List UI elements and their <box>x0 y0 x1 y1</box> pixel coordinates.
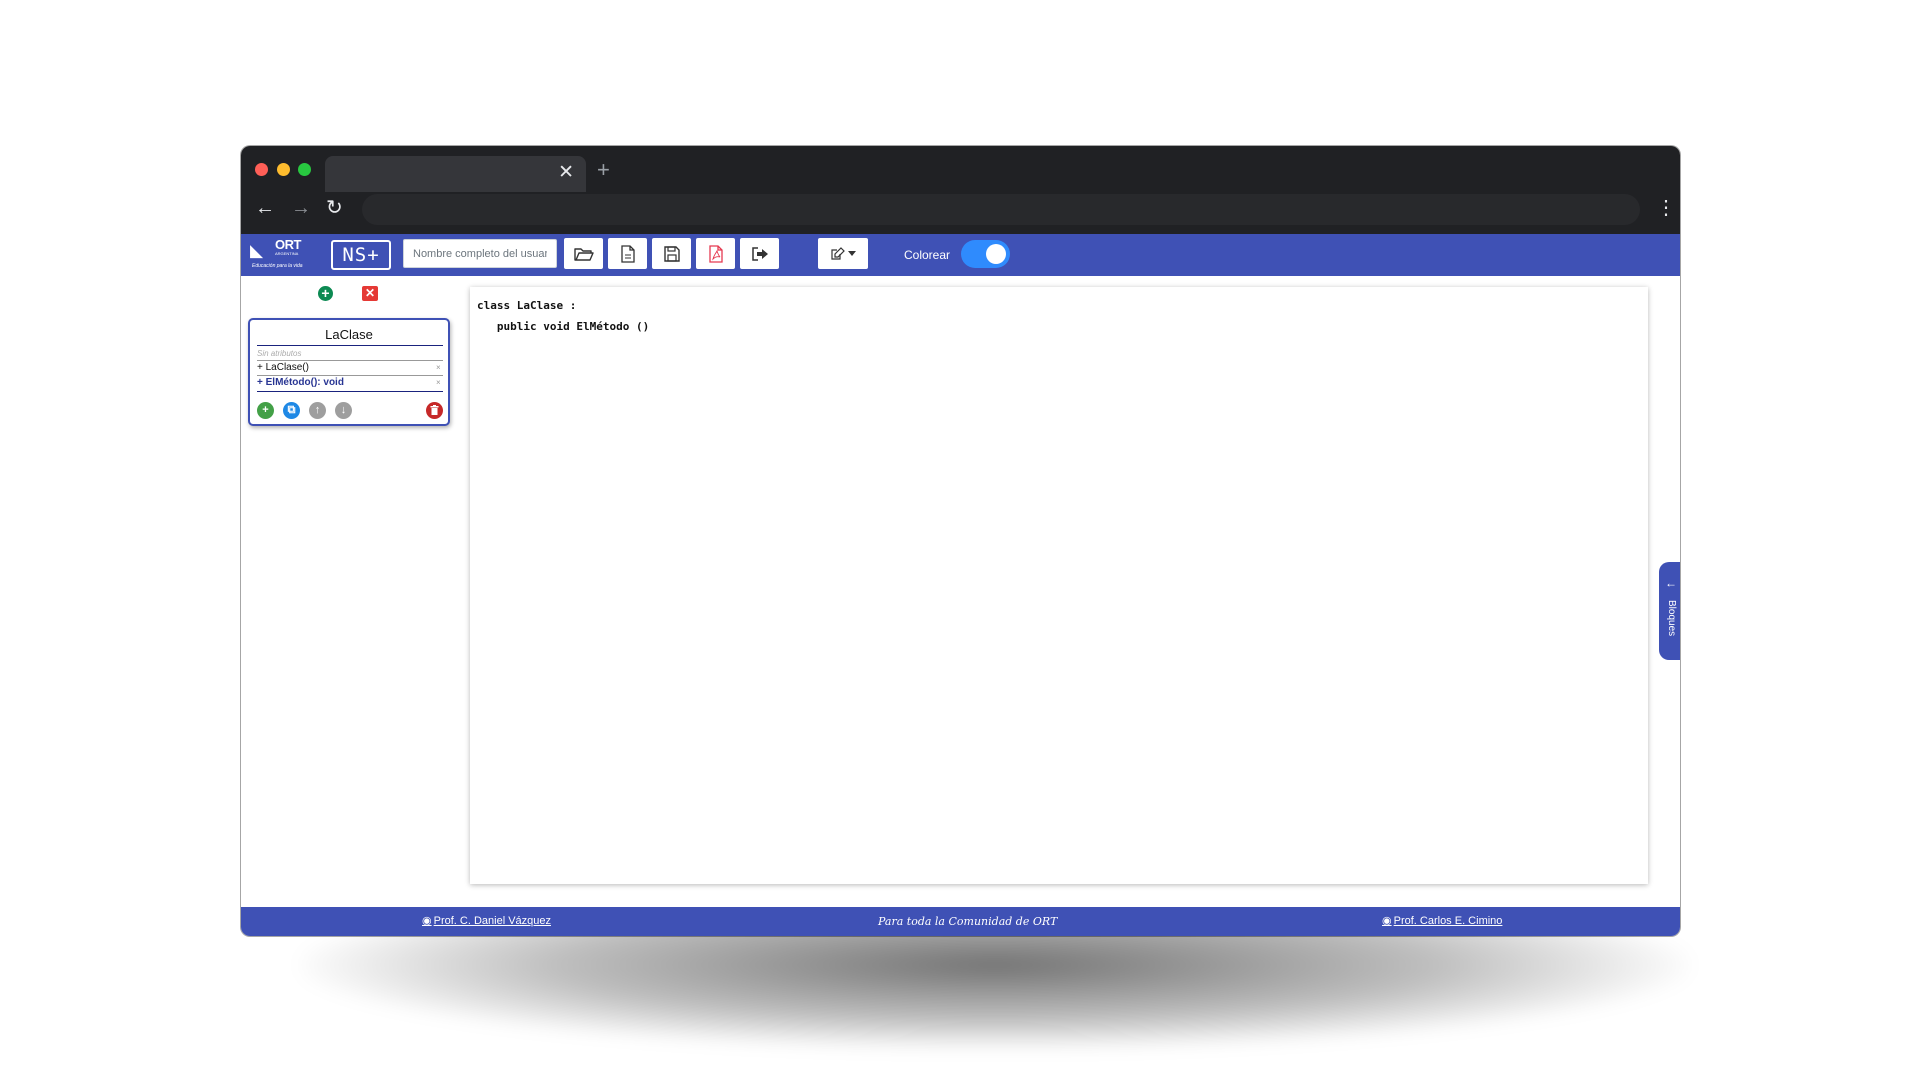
class-sidebar: + ✕ LaClase Sin atributos + LaClase() × … <box>241 276 460 880</box>
exit-button[interactable] <box>740 238 779 269</box>
footer-link-label: Prof. C. Daniel Vázquez <box>433 915 551 927</box>
ns-plus-logo: NS+ <box>331 240 391 270</box>
save-button[interactable] <box>652 238 691 269</box>
move-up-button[interactable]: ↑ <box>309 402 326 419</box>
app-toolbar: ◣ ORT ARGENTINA Educación para la vida N… <box>241 234 1680 276</box>
delete-all-button[interactable]: ✕ <box>362 286 378 301</box>
browser-window: ✕ + ← → ↻ ⋮ ◣ ORT ARGENTINA Educación pa… <box>241 146 1680 936</box>
edit-dropdown-button[interactable] <box>818 238 868 269</box>
browser-menu-icon[interactable]: ⋮ <box>1656 196 1676 220</box>
footer: ◉ Prof. C. Daniel Vázquez Para toda la Co… <box>241 907 1680 936</box>
new-tab-button[interactable]: + <box>597 159 610 181</box>
github-icon: ◉ <box>1382 915 1392 927</box>
card-actions: + ⧉ ↑ ↓ <box>257 402 443 420</box>
divider <box>257 391 443 392</box>
forward-button[interactable]: → <box>291 198 311 218</box>
no-attributes-label: Sin atributos <box>257 349 302 358</box>
pdf-icon <box>708 244 723 263</box>
export-pdf-button[interactable] <box>696 238 735 269</box>
back-button[interactable]: ← <box>255 198 275 218</box>
code-editor[interactable]: class LaClase : public void ElMétodo () <box>470 287 1648 884</box>
constructor-member[interactable]: + LaClase() <box>257 362 309 374</box>
toggle-knob <box>986 244 1006 264</box>
remove-member-icon[interactable]: × <box>436 377 441 389</box>
remove-member-icon[interactable]: × <box>436 362 441 374</box>
divider <box>257 345 443 346</box>
add-member-button[interactable]: + <box>257 402 274 419</box>
sign-out-icon <box>751 246 768 261</box>
add-class-button[interactable]: + <box>318 286 333 301</box>
bloques-label: Bloques <box>1666 600 1677 637</box>
ort-tagline: Educación para la vida <box>252 263 303 269</box>
code-line: public void ElMétodo () <box>477 320 650 333</box>
arrow-left-icon: ← <box>1665 576 1677 590</box>
code-line: class LaClase : <box>477 299 577 312</box>
minimize-window-button[interactable] <box>277 163 290 176</box>
file-icon <box>620 244 635 263</box>
ort-logo: ◣ ORT ARGENTINA Educación para la vida <box>250 238 308 272</box>
class-name[interactable]: LaClase <box>250 328 448 342</box>
close-window-button[interactable] <box>255 163 268 176</box>
footer-link-label: Prof. Carlos E. Cimino <box>1393 915 1503 927</box>
edit-icon <box>830 247 845 260</box>
ort-logo-subtitle: ARGENTINA <box>275 251 299 256</box>
method-member[interactable]: + ElMétodo(): void <box>257 377 344 389</box>
colorear-toggle[interactable] <box>961 240 1010 268</box>
footer-link-daniel[interactable]: ◉ Prof. C. Daniel Vázquez <box>422 915 551 928</box>
colorear-label: Colorear <box>904 248 951 262</box>
reload-button[interactable]: ↻ <box>326 198 343 218</box>
new-file-button[interactable] <box>608 238 647 269</box>
open-file-button[interactable] <box>564 238 603 269</box>
chevron-down-icon <box>847 251 856 256</box>
footer-tagline: Para toda la Comunidad de ORT <box>878 915 1058 928</box>
delete-class-button[interactable] <box>426 402 443 419</box>
trash-icon <box>430 405 439 415</box>
move-down-button[interactable]: ↓ <box>335 402 352 419</box>
tab-close-icon[interactable]: ✕ <box>558 163 574 183</box>
browser-tab[interactable]: ✕ <box>325 156 586 192</box>
github-icon: ◉ <box>422 915 432 927</box>
browser-chrome: ✕ + ← → ↻ ⋮ <box>241 146 1680 234</box>
ort-logo-text: ORT <box>275 237 301 252</box>
maximize-window-button[interactable] <box>298 163 311 176</box>
class-card[interactable]: LaClase Sin atributos + LaClase() × + El… <box>248 318 450 426</box>
divider <box>257 375 443 376</box>
username-input[interactable] <box>403 239 557 268</box>
save-icon <box>663 245 680 262</box>
address-bar[interactable] <box>362 194 1640 225</box>
ort-emblem-icon: ◣ <box>250 241 264 260</box>
code-content[interactable]: class LaClase : public void ElMétodo () <box>477 295 649 337</box>
duplicate-button[interactable]: ⧉ <box>283 402 300 419</box>
folder-open-icon <box>573 247 594 261</box>
bloques-tab[interactable]: ← Bloques <box>1659 562 1680 660</box>
footer-link-carlos[interactable]: ◉ Prof. Carlos E. Cimino <box>1382 915 1502 928</box>
divider <box>257 360 443 361</box>
